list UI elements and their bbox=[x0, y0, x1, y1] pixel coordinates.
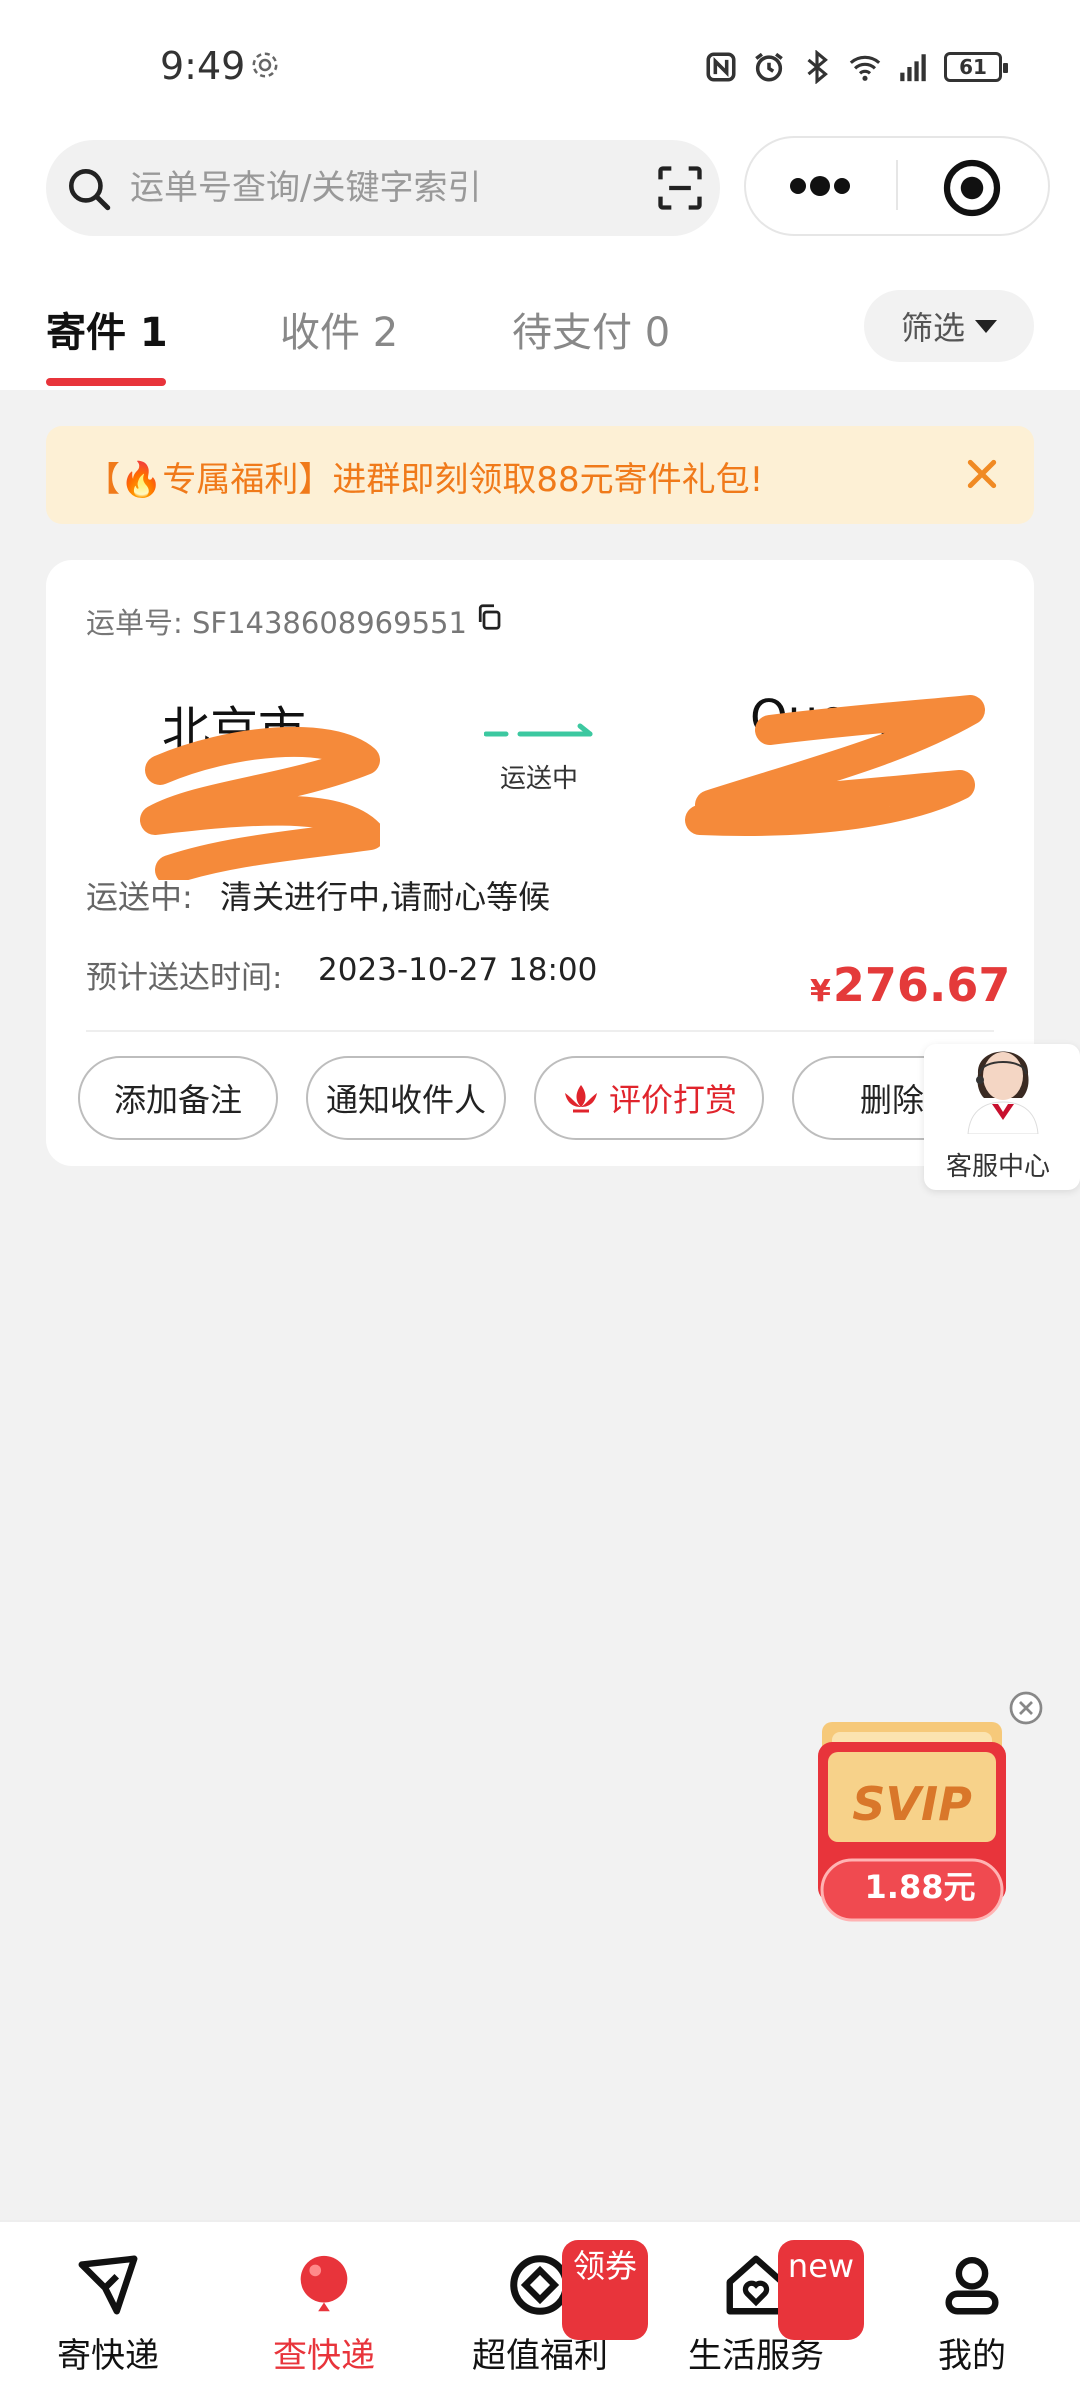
customer-service-label: 客服中心 bbox=[946, 1152, 1051, 1182]
filter-button[interactable]: 筛选 bbox=[864, 290, 1034, 362]
promo-banner-text: 【🔥专属福利】进群即刻领取88元寄件礼包! bbox=[86, 460, 764, 500]
gear-icon bbox=[252, 52, 278, 78]
eta-value: 2023-10-27 18:00 bbox=[318, 952, 598, 988]
bluetooth-icon bbox=[807, 50, 828, 84]
price-currency: ¥ bbox=[810, 974, 831, 1009]
nav-label-mine: 我的 bbox=[938, 2336, 1006, 2376]
notify-recipient-button[interactable]: 通知收件人 bbox=[306, 1056, 506, 1140]
filter-label: 筛选 bbox=[900, 309, 965, 347]
transit-status-label: 运送中: bbox=[86, 878, 193, 916]
status-time: 9:49 bbox=[160, 44, 246, 88]
route-status: 运送中 bbox=[500, 764, 579, 794]
tab-pending-payment[interactable]: 待支付 0 bbox=[512, 300, 670, 358]
signal-4g-icon bbox=[900, 54, 926, 82]
status-icons: 61 bbox=[704, 50, 1008, 84]
eta-label: 预计送达时间: bbox=[86, 960, 283, 996]
alarm-icon bbox=[755, 52, 783, 82]
paper-plane-icon bbox=[78, 2255, 138, 2315]
tab-received[interactable]: 收件 2 bbox=[280, 300, 398, 358]
new-badge: new bbox=[778, 2240, 864, 2340]
copy-icon[interactable] bbox=[474, 602, 504, 632]
active-tab-indicator bbox=[46, 378, 166, 386]
price-amount: 276.67 bbox=[832, 958, 1011, 1012]
wifi-icon bbox=[849, 55, 881, 81]
scan-icon[interactable] bbox=[654, 162, 706, 214]
nav-item-mine[interactable]: 我的 bbox=[864, 2236, 1080, 2377]
search-icon[interactable] bbox=[64, 164, 114, 214]
capsule-divider bbox=[896, 160, 898, 210]
nfc-icon bbox=[706, 52, 736, 82]
search-input[interactable] bbox=[130, 158, 630, 218]
add-note-button[interactable]: 添加备注 bbox=[78, 1056, 278, 1140]
close-miniprogram-icon[interactable] bbox=[942, 158, 1002, 218]
review-tip-label: 评价打赏 bbox=[608, 1081, 737, 1119]
card-divider bbox=[86, 1030, 994, 1032]
order-price: ¥276.67 bbox=[810, 958, 1010, 1012]
tab-sent[interactable]: 寄件 1 bbox=[46, 300, 168, 358]
transit-status-text: 清关进行中,请耐心等候 bbox=[220, 878, 551, 916]
person-icon bbox=[945, 2257, 999, 2315]
route-arrow-icon bbox=[484, 723, 593, 737]
coupon-badge: 领券 bbox=[562, 2240, 648, 2340]
svip-label: SVIP bbox=[852, 1777, 972, 1831]
redaction-scribble bbox=[140, 726, 380, 880]
redaction-scribble bbox=[685, 695, 985, 836]
nav-label-track: 查快递 bbox=[273, 2336, 375, 2376]
battery-level: 61 bbox=[959, 55, 987, 79]
nav-item-track[interactable]: 查快递 bbox=[216, 2236, 432, 2377]
svip-price: 1.88元 bbox=[864, 1868, 976, 1906]
review-tip-button[interactable]: 评价打赏 bbox=[534, 1056, 764, 1140]
caret-down-icon bbox=[975, 319, 997, 333]
battery-icon: 61 bbox=[944, 52, 1008, 82]
customer-service-avatar bbox=[967, 1051, 1039, 1134]
nav-item-send[interactable]: 寄快递 bbox=[0, 2236, 216, 2377]
balloon-icon bbox=[300, 2255, 348, 2312]
waybill-number: 运单号: SF1438608969551 bbox=[86, 606, 467, 640]
close-icon[interactable] bbox=[962, 454, 1002, 494]
lotus-icon bbox=[564, 1085, 597, 1113]
more-icon[interactable] bbox=[780, 158, 860, 214]
nav-label-send: 寄快递 bbox=[57, 2336, 159, 2376]
